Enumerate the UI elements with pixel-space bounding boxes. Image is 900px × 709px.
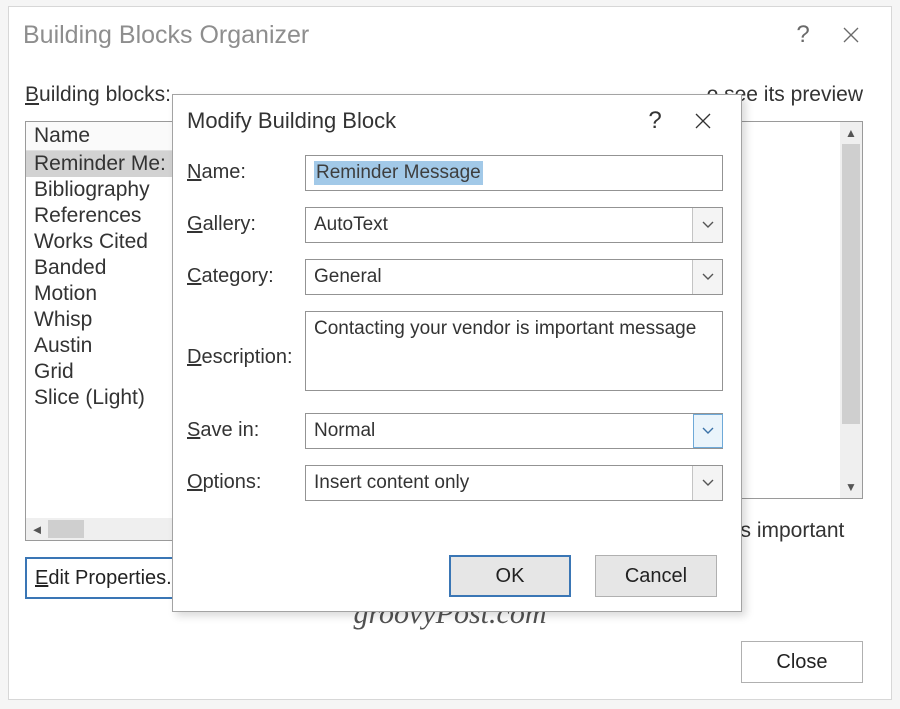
category-combo[interactable]: General bbox=[305, 259, 723, 295]
list-item[interactable]: Bibliography bbox=[26, 177, 194, 203]
list-item[interactable]: Slice (Light) bbox=[26, 385, 194, 411]
edit-properties-button[interactable]: Edit Properties. bbox=[25, 557, 195, 599]
list-column-name[interactable]: Name bbox=[26, 122, 194, 151]
close-icon[interactable] bbox=[827, 11, 875, 59]
parent-dialog-title: Building Blocks Organizer bbox=[23, 21, 779, 50]
close-button[interactable]: Close bbox=[741, 641, 863, 683]
list-item[interactable]: Motion bbox=[26, 281, 194, 307]
building-blocks-label: Building blocks: bbox=[25, 83, 171, 107]
savein-value: Normal bbox=[306, 420, 694, 442]
preview-description: r is important bbox=[723, 519, 863, 543]
scroll-down-icon[interactable]: ▼ bbox=[840, 476, 862, 498]
list-item[interactable]: Whisp bbox=[26, 307, 194, 333]
scroll-up-icon[interactable]: ▲ bbox=[840, 122, 862, 144]
help-icon[interactable]: ? bbox=[779, 11, 827, 59]
list-horizontal-scrollbar[interactable]: ◄ ► bbox=[26, 518, 194, 540]
category-label: Category: bbox=[187, 259, 305, 288]
list-item[interactable]: Grid bbox=[26, 359, 194, 385]
building-blocks-list[interactable]: Name Reminder Me: Bibliography Reference… bbox=[25, 121, 195, 541]
name-input-value: Reminder Message bbox=[314, 161, 483, 185]
child-body: Name: Reminder Message Gallery: AutoText… bbox=[187, 155, 723, 551]
preview-vertical-scrollbar[interactable]: ▲ ▼ bbox=[840, 122, 862, 498]
cancel-button[interactable]: Cancel bbox=[595, 555, 717, 597]
close-icon[interactable] bbox=[679, 97, 727, 145]
list-item[interactable]: Banded bbox=[26, 255, 194, 281]
scrollbar-track[interactable] bbox=[840, 144, 862, 476]
category-value: General bbox=[306, 266, 692, 288]
options-label: Options: bbox=[187, 465, 305, 494]
chevron-down-icon[interactable] bbox=[693, 414, 723, 448]
ok-button[interactable]: OK bbox=[449, 555, 571, 597]
options-value: Insert content only bbox=[306, 472, 692, 494]
gallery-value: AutoText bbox=[306, 214, 692, 236]
help-icon[interactable]: ? bbox=[631, 97, 679, 145]
dialog-buttons: OK Cancel bbox=[449, 555, 717, 597]
description-label: Description: bbox=[187, 340, 305, 369]
scrollbar-thumb[interactable] bbox=[48, 520, 84, 538]
chevron-down-icon[interactable] bbox=[692, 208, 722, 242]
gallery-label: Gallery: bbox=[187, 207, 305, 236]
list-item[interactable]: Works Cited bbox=[26, 229, 194, 255]
scrollbar-track[interactable] bbox=[48, 518, 172, 540]
chevron-down-icon[interactable] bbox=[692, 260, 722, 294]
scroll-left-icon[interactable]: ◄ bbox=[26, 522, 48, 537]
child-dialog-title: Modify Building Block bbox=[187, 108, 631, 134]
description-input[interactable] bbox=[305, 311, 723, 391]
name-input[interactable]: Reminder Message bbox=[305, 155, 723, 191]
gallery-combo[interactable]: AutoText bbox=[305, 207, 723, 243]
preview-pane: ▲ ▼ bbox=[735, 121, 863, 499]
modify-building-block-dialog: Modify Building Block ? Name: Reminder M… bbox=[172, 94, 742, 612]
savein-label: Save in: bbox=[187, 413, 305, 442]
name-label: Name: bbox=[187, 155, 305, 184]
list-item[interactable]: References bbox=[26, 203, 194, 229]
child-titlebar: Modify Building Block ? bbox=[173, 95, 741, 147]
chevron-down-icon[interactable] bbox=[692, 466, 722, 500]
list-item[interactable]: Austin bbox=[26, 333, 194, 359]
list-item[interactable]: Reminder Me: bbox=[26, 151, 194, 177]
savein-combo[interactable]: Normal bbox=[305, 413, 723, 449]
options-combo[interactable]: Insert content only bbox=[305, 465, 723, 501]
scrollbar-thumb[interactable] bbox=[842, 144, 860, 424]
parent-titlebar: Building Blocks Organizer ? bbox=[9, 7, 891, 63]
